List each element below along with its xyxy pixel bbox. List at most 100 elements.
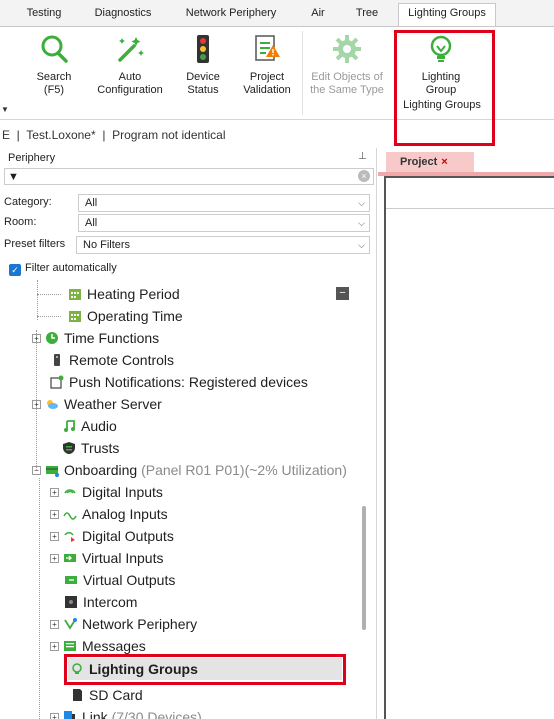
tree-item-digital-inputs[interactable]: + Digital Inputs — [50, 481, 163, 503]
expand-icon[interactable]: + — [50, 713, 59, 719]
search-button[interactable]: Search (F5) — [28, 33, 80, 97]
project-canvas[interactable] — [384, 176, 554, 719]
tab-network-periphery[interactable]: Network Periphery — [176, 5, 286, 25]
tab-diagnostics[interactable]: Diagnostics — [84, 5, 162, 25]
project-tab-label: Project — [400, 156, 438, 168]
tree-item-trusts[interactable]: Trusts — [62, 437, 119, 459]
expand-icon[interactable]: + — [32, 400, 41, 409]
expand-icon[interactable]: + — [50, 488, 59, 497]
clock-icon — [46, 332, 58, 344]
tab-testing[interactable]: Testing — [18, 5, 70, 25]
sd-card-icon — [73, 689, 82, 701]
canvas-divider — [386, 208, 554, 209]
tree-item-label: Network Periphery — [82, 616, 198, 632]
room-select[interactable]: All ⌵ — [78, 214, 370, 232]
tab-lighting-groups[interactable]: Lighting Groups — [398, 3, 496, 27]
tree-item-network-periphery[interactable]: + Network Periphery — [50, 613, 197, 635]
tree-item-audio[interactable]: Audio — [62, 415, 117, 437]
tree-item-detail: (Panel R01 P01)(~2% Utilization) — [141, 462, 347, 478]
pin-icon[interactable]: ⊥ — [358, 151, 367, 162]
preset-select[interactable]: No Filters ⌵ — [76, 236, 370, 254]
ribbon-tab-bar: Testing Diagnostics Network Periphery Ai… — [0, 0, 554, 27]
tree-item-label: Trusts — [81, 440, 120, 456]
device-status-button[interactable]: Device Status — [180, 33, 226, 97]
search-button-label: Search — [36, 71, 72, 83]
tree-item-label: Digital Outputs — [82, 528, 174, 544]
tree-item-label: Messages — [82, 638, 146, 654]
tree-item-intercom[interactable]: Intercom — [64, 591, 137, 613]
edit-objects-label: Edit Objects of — [311, 71, 383, 83]
project-status-line: E | Test.Loxone* | Program not identical — [2, 128, 226, 142]
tree-item-label: Audio — [81, 418, 117, 434]
search-button-sub: (F5) — [43, 84, 65, 96]
collapse-all-icon[interactable]: − — [336, 287, 349, 300]
device-status-sub: Status — [187, 84, 219, 96]
tree-item-operating-time[interactable]: Operating Time — [68, 305, 183, 327]
tree-item-analog-inputs[interactable]: + Analog Inputs — [50, 503, 168, 525]
message-icon — [64, 641, 76, 651]
tree-item-label: Heating Period — [87, 286, 180, 302]
tree-item-onboarding[interactable]: − Onboarding (Panel R01 P01)(~2% Utilizat… — [32, 459, 347, 481]
calendar-icon — [69, 289, 81, 300]
document-area: Project × — [378, 148, 554, 719]
link-icon — [64, 711, 75, 719]
tree-item-label: Virtual Outputs — [83, 572, 176, 588]
tree-item-label: Digital Inputs — [82, 484, 163, 500]
tree-item-sd-card[interactable]: SD Card — [70, 684, 143, 706]
edit-objects-same-type-button[interactable]: Edit Objects of the Same Type — [305, 33, 389, 97]
project-validation-sub: Validation — [243, 84, 291, 96]
periphery-search-input[interactable]: ▼ × — [4, 168, 374, 185]
room-filter: Room: All ⌵ — [4, 214, 374, 232]
expand-icon[interactable]: + — [50, 510, 59, 519]
tree-scrollbar[interactable] — [362, 506, 366, 630]
project-validation-label: Project — [249, 71, 285, 83]
expand-icon[interactable]: + — [50, 532, 59, 541]
expand-icon[interactable]: + — [50, 620, 59, 629]
tab-tree[interactable]: Tree — [346, 5, 388, 25]
tree-item-label: Push Notifications: Registered devices — [69, 374, 308, 390]
tree-item-heating-period[interactable]: Heating Period — [68, 283, 180, 305]
expand-icon[interactable]: + — [32, 334, 41, 343]
shield-icon — [63, 442, 75, 454]
tree-item-time-functions[interactable]: + Time Functions — [32, 327, 159, 349]
tree-item-label: Onboarding — [64, 462, 138, 478]
category-select[interactable]: All ⌵ — [78, 194, 370, 212]
close-icon[interactable]: × — [441, 156, 447, 168]
filter-automatically-toggle[interactable]: ✓ Filter automatically — [9, 262, 117, 276]
ribbon-collapse-caret-icon[interactable]: ▼ — [1, 105, 9, 114]
tree-line — [39, 478, 40, 719]
tree-item-label: Virtual Inputs — [82, 550, 164, 566]
remote-icon — [54, 354, 60, 366]
tree-line — [37, 316, 61, 317]
auto-configuration-button[interactable]: Auto Configuration — [88, 33, 172, 97]
notification-icon — [50, 375, 64, 389]
search-icon — [41, 35, 68, 63]
tree-item-link[interactable]: + Link (7/30 Devices) — [50, 706, 202, 719]
expand-icon[interactable]: + — [50, 554, 59, 563]
chevron-down-icon: ⌵ — [358, 218, 365, 228]
virtual-output-icon — [65, 576, 77, 584]
clear-search-icon[interactable]: × — [358, 170, 370, 182]
tree-line — [37, 280, 38, 320]
tree-highlight-box — [64, 654, 346, 685]
calendar-icon — [69, 311, 81, 322]
checkbox-checked-icon: ✓ — [9, 264, 21, 276]
tab-project[interactable]: Project × — [386, 152, 474, 172]
tree-item-digital-outputs[interactable]: + Digital Outputs — [50, 525, 174, 547]
tree-item-virtual-outputs[interactable]: Virtual Outputs — [64, 569, 175, 591]
tab-air[interactable]: Air — [300, 5, 336, 25]
tree-line — [37, 294, 61, 295]
intercom-icon — [65, 596, 77, 608]
tree-item-weather-server[interactable]: + Weather Server — [32, 393, 162, 415]
tree-item-virtual-inputs[interactable]: + Virtual Inputs — [50, 547, 163, 569]
collapse-icon[interactable]: − — [32, 466, 41, 475]
project-validation-button[interactable]: Project Validation — [238, 33, 296, 97]
preset-filter: Preset filters No Filters ⌵ — [4, 236, 374, 254]
tree-item-remote-controls[interactable]: Remote Controls — [50, 349, 174, 371]
expand-icon[interactable]: + — [50, 642, 59, 651]
ribbon: ▼ Search (F5) Auto Configuration Device … — [0, 26, 554, 146]
room-select-value: All — [85, 217, 98, 229]
tree-item-label: Analog Inputs — [82, 506, 168, 522]
tree-item-push-notifications[interactable]: Push Notifications: Registered devices — [50, 371, 308, 393]
music-note-icon — [64, 420, 75, 432]
